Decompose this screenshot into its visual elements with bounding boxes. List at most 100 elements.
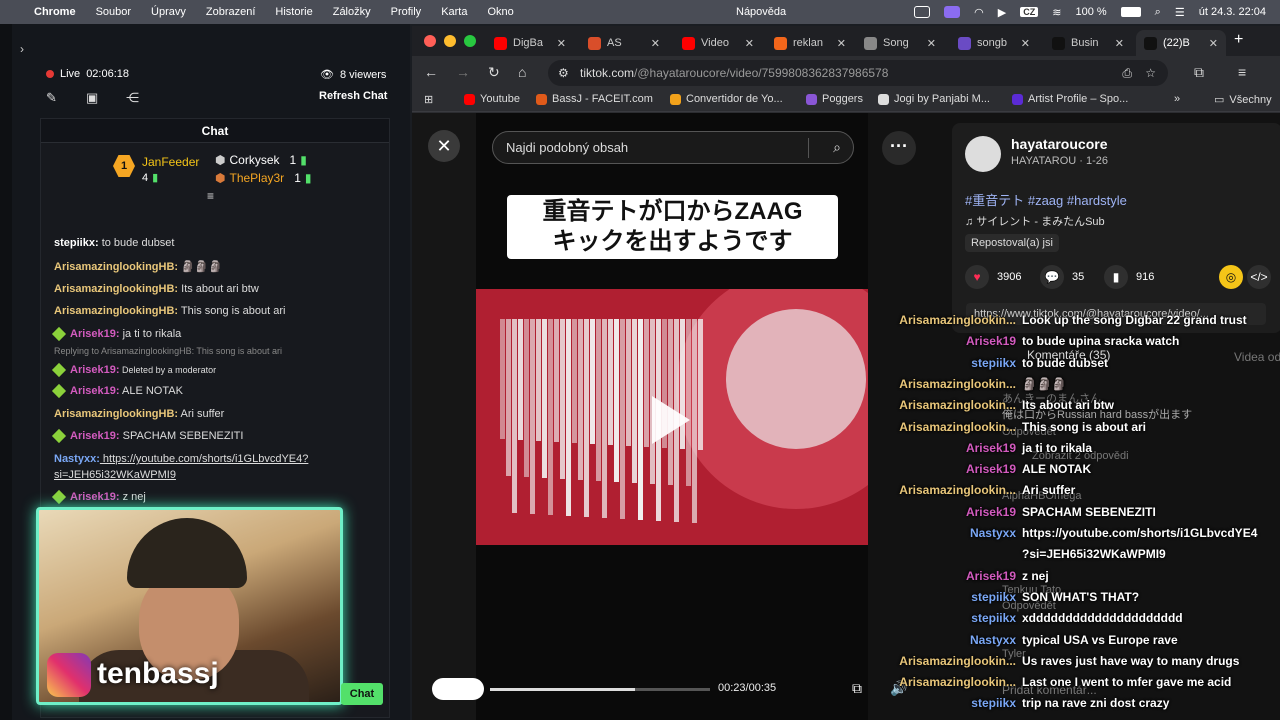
browser-tab[interactable]: songb ✕ bbox=[950, 30, 1038, 56]
app-status-icon[interactable] bbox=[944, 6, 961, 18]
bookmark-icon[interactable]: ▮ bbox=[1104, 265, 1128, 289]
share-url[interactable]: https://www.tiktok.com/@hayataroucore/vi… bbox=[966, 303, 1266, 325]
menu-item-0[interactable]: Soubor bbox=[96, 6, 131, 18]
keyboard-language[interactable]: CZ bbox=[1020, 7, 1039, 17]
comment-stat[interactable]: 💬 35 bbox=[1040, 265, 1084, 289]
more-bookmarks-icon[interactable]: » bbox=[1174, 93, 1180, 105]
chat-username[interactable]: stepiikx: bbox=[54, 237, 99, 249]
chat-username[interactable]: ArisamazinglookingHB: bbox=[54, 305, 178, 317]
menu-item-7[interactable]: Okno bbox=[487, 6, 513, 18]
browser-tab[interactable]: (22)B ✕ bbox=[1136, 30, 1226, 56]
add-comment-input[interactable]: Přidat komentář... bbox=[1002, 683, 1097, 697]
chevron-right-icon[interactable]: › bbox=[20, 42, 24, 56]
address-bar[interactable]: ⚙ tiktok.com/@hayataroucore/video/759980… bbox=[548, 60, 1168, 86]
screen-icon[interactable] bbox=[914, 6, 931, 18]
menu-help[interactable]: Nápověda bbox=[736, 6, 786, 18]
maximize-window-icon[interactable] bbox=[464, 35, 476, 47]
bookmark-item[interactable]: Jogi by Panjabi M... bbox=[878, 93, 990, 105]
avatar[interactable] bbox=[965, 136, 1001, 172]
close-tab-icon[interactable]: ✕ bbox=[1209, 37, 1226, 50]
more-options-icon[interactable]: ··· bbox=[882, 131, 916, 165]
apps-icon[interactable]: ⊞ bbox=[424, 93, 433, 106]
menu-item-6[interactable]: Karta bbox=[441, 6, 467, 18]
volume-icon[interactable]: 🔊 bbox=[890, 680, 907, 697]
videos-tab[interactable]: Videa od bbox=[1234, 350, 1280, 364]
chat-username[interactable]: Arisek19: bbox=[70, 491, 120, 503]
media-icon[interactable]: ≡ bbox=[1238, 64, 1246, 80]
search-icon[interactable]: ⌕ bbox=[833, 132, 841, 163]
bg-comment-2[interactable]: Odpovědět bbox=[1002, 426, 1056, 438]
chat-username[interactable]: Nastyxx: bbox=[54, 453, 100, 465]
chat-username[interactable]: Arisek19: bbox=[70, 385, 120, 397]
comments-header[interactable]: Komentáře (35) bbox=[1027, 348, 1110, 362]
all-bookmarks[interactable]: ▭ Všechny bbox=[1214, 93, 1272, 107]
menu-item-3[interactable]: Historie bbox=[275, 6, 312, 18]
battery-icon[interactable] bbox=[1120, 7, 1141, 17]
browser-tab[interactable]: AS ✕ bbox=[580, 30, 668, 56]
chat-send-button[interactable]: Chat bbox=[341, 683, 383, 705]
chat-username[interactable]: Arisek19: bbox=[70, 328, 120, 340]
collapse-icon[interactable]: ≡ bbox=[207, 189, 214, 203]
menu-item-2[interactable]: Zobrazení bbox=[206, 6, 256, 18]
share-icon[interactable]: ⋲ bbox=[126, 90, 139, 106]
clock[interactable]: út 24.3. 22:04 bbox=[1199, 6, 1266, 18]
close-tab-icon[interactable]: ✕ bbox=[745, 37, 762, 50]
autoscroll-toggle[interactable] bbox=[432, 678, 484, 700]
chat-username[interactable]: Arisek19: bbox=[70, 430, 120, 442]
like-stat[interactable]: ♥ 3906 bbox=[965, 265, 1021, 289]
mini-player-icon[interactable]: ⧉ bbox=[852, 680, 862, 697]
browser-tab[interactable]: Busin ✕ bbox=[1044, 30, 1132, 56]
menu-item-1[interactable]: Úpravy bbox=[151, 6, 186, 18]
close-tab-icon[interactable]: ✕ bbox=[927, 37, 944, 50]
back-icon[interactable]: ← bbox=[424, 64, 438, 80]
bookmark-item[interactable]: BassJ - FACEIT.com bbox=[536, 93, 653, 105]
pencil-icon[interactable]: ✎ bbox=[46, 90, 57, 106]
heart-icon[interactable]: ♥ bbox=[965, 265, 989, 289]
home-icon[interactable]: ⌂ bbox=[518, 64, 526, 80]
hashtags[interactable]: #重音テト #zaag #hardstyle bbox=[965, 190, 1127, 209]
bg-comment-3[interactable]: Zobrazit 2 odpovědi bbox=[1032, 450, 1129, 462]
menu-app-name[interactable]: Chrome bbox=[34, 6, 76, 18]
comment-icon[interactable]: 💬 bbox=[1040, 265, 1064, 289]
save-stat[interactable]: ▮ 916 bbox=[1104, 265, 1154, 289]
minimize-window-icon[interactable] bbox=[444, 35, 456, 47]
reload-icon[interactable]: ↻ bbox=[488, 64, 500, 81]
share-coin-icon[interactable]: ◎ bbox=[1219, 265, 1243, 289]
bookmark-item[interactable]: Poggers bbox=[806, 93, 863, 105]
menu-item-5[interactable]: Profily bbox=[391, 6, 422, 18]
close-tab-icon[interactable]: ✕ bbox=[557, 37, 574, 50]
browser-tab[interactable]: DigBa ✕ bbox=[486, 30, 574, 56]
close-tab-icon[interactable]: ✕ bbox=[1021, 37, 1038, 50]
browser-tab[interactable]: reklan ✕ bbox=[766, 30, 854, 56]
close-video-button[interactable]: ✕ bbox=[428, 130, 460, 162]
wifi-icon[interactable]: ◠ bbox=[974, 6, 984, 19]
refresh-chat-button[interactable]: Refresh Chat bbox=[319, 90, 387, 102]
browser-tab[interactable]: Song ✕ bbox=[856, 30, 944, 56]
install-icon[interactable]: ⎙ bbox=[1122, 60, 1132, 86]
embed-icon[interactable]: </> bbox=[1247, 265, 1271, 289]
play-icon[interactable] bbox=[652, 396, 690, 444]
wifi-signal-icon[interactable]: ≋ bbox=[1052, 6, 1061, 19]
progress-bar[interactable] bbox=[490, 688, 710, 691]
sound-label[interactable]: ♫ サイレント - まみたんSub bbox=[965, 213, 1105, 229]
control-center-icon[interactable]: ☰ bbox=[1175, 6, 1185, 19]
bg-comment-6[interactable]: Odpovědět bbox=[1002, 600, 1056, 612]
close-tab-icon[interactable]: ✕ bbox=[1115, 37, 1132, 50]
bookmark-item[interactable]: Artist Profile – Spo... bbox=[1012, 93, 1128, 105]
chat-username[interactable]: ArisamazinglookingHB: bbox=[54, 261, 178, 273]
forward-icon[interactable]: → bbox=[456, 64, 470, 80]
extensions-icon[interactable]: ⧉ bbox=[1194, 64, 1204, 81]
browser-tab[interactable]: Video ✕ bbox=[674, 30, 762, 56]
username[interactable]: hayataroucore bbox=[1011, 136, 1107, 152]
menu-item-4[interactable]: Záložky bbox=[333, 6, 371, 18]
close-window-icon[interactable] bbox=[424, 35, 436, 47]
play-status-icon[interactable]: ▶ bbox=[998, 6, 1006, 19]
new-tab-icon[interactable]: + bbox=[1234, 31, 1243, 49]
close-tab-icon[interactable]: ✕ bbox=[651, 37, 668, 50]
chat-username[interactable]: ArisamazinglookingHB: bbox=[54, 408, 178, 420]
search-icon[interactable]: ⌕ bbox=[1155, 6, 1161, 19]
search-input[interactable]: Najdi podobný obsah ⌕ bbox=[492, 131, 854, 164]
bookmark-item[interactable]: Youtube bbox=[464, 93, 520, 105]
chat-username[interactable]: ArisamazinglookingHB: bbox=[54, 283, 178, 295]
chat-username[interactable]: Arisek19: bbox=[70, 364, 120, 376]
